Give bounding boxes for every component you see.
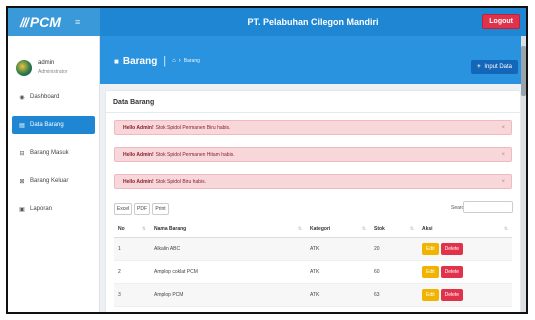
column-header-aksi[interactable]: Aksi ⇅ bbox=[418, 222, 512, 238]
excel-button[interactable]: Excel bbox=[114, 203, 132, 215]
pdf-button[interactable]: PDF bbox=[134, 203, 150, 215]
input-data-button[interactable]: + Input Data bbox=[471, 60, 518, 74]
app-title: PT. Pelabuhan Cilegon Mandiri bbox=[247, 17, 379, 27]
home-icon[interactable]: ⌂ bbox=[172, 58, 176, 64]
sort-icon: ⇅ bbox=[503, 226, 508, 233]
sidebar-item-dashboard[interactable]: ◉ Dashboard bbox=[12, 88, 95, 106]
sidebar-item-label: Barang Masuk bbox=[30, 150, 69, 156]
alert-stock: Hello Admin! Stok Spidol Permanen Hitam … bbox=[114, 147, 512, 162]
input-data-label: Input Data bbox=[484, 64, 512, 70]
cell-nama-barang: Alkalin ABC bbox=[150, 237, 306, 261]
sort-icon: ⇅ bbox=[361, 226, 366, 233]
column-header-nama-barang[interactable]: Nama Barang ⇅ bbox=[150, 222, 306, 238]
close-icon[interactable]: × bbox=[501, 179, 505, 185]
sort-icon: ⇅ bbox=[141, 226, 146, 233]
title-separator: | bbox=[163, 55, 167, 67]
chevron-right-icon: › bbox=[178, 58, 181, 64]
plus-icon: + bbox=[477, 64, 481, 70]
page-title: Barang bbox=[122, 55, 158, 67]
delete-button[interactable]: Delete bbox=[440, 242, 464, 255]
sidebar-item-barang-keluar[interactable]: ⊠ Barang Keluar bbox=[12, 172, 95, 190]
edit-button[interactable]: Edit bbox=[422, 288, 439, 301]
edit-button[interactable]: Edit bbox=[422, 242, 439, 255]
edit-button[interactable]: Edit bbox=[422, 265, 439, 278]
table-header-row: No ⇅ Nama Barang ⇅ Kategori ⇅ Stok ⇅ Aksi ⇅ bbox=[114, 222, 512, 238]
logo-mark: /// bbox=[20, 14, 29, 30]
sidebar-item-label: Data Barang bbox=[30, 122, 64, 128]
sidebar: admin Administrator ◉ Dashboard ▤ Data B… bbox=[8, 36, 100, 312]
alert-message: Stok Spidol Permanen Biru habis. bbox=[155, 124, 231, 131]
cell-kategori: ATK bbox=[306, 260, 370, 284]
cell-aksi: Edit Delete bbox=[418, 237, 512, 261]
cell-nama-barang: Amplop coklat PCM bbox=[150, 260, 306, 284]
app-window: /// PCM ≡ PT. Pelabuhan Cilegon Mandiri … bbox=[6, 6, 528, 314]
delete-button[interactable]: Delete bbox=[440, 288, 464, 301]
report-icon: ▣ bbox=[19, 206, 25, 213]
user-role: Administrator bbox=[38, 69, 68, 75]
top-bar: /// PCM ≡ PT. Pelabuhan Cilegon Mandiri … bbox=[8, 8, 526, 36]
search-input[interactable] bbox=[463, 201, 513, 213]
cell-kategori: ATK bbox=[306, 237, 370, 261]
data-barang-panel: Data Barang Hello Admin! Stok Spidol Per… bbox=[106, 91, 520, 312]
alert-greeting: Hello Admin! bbox=[123, 178, 154, 185]
panel-title: Data Barang bbox=[106, 91, 520, 113]
column-header-no[interactable]: No ⇅ bbox=[114, 222, 150, 238]
cell-aksi: Edit Delete bbox=[418, 283, 512, 307]
scrollbar-thumb[interactable] bbox=[521, 46, 526, 96]
table-row: 1 Alkalin ABC ATK 20 Edit Delete bbox=[114, 237, 512, 261]
breadcrumb[interactable]: Barang bbox=[184, 58, 200, 64]
page-scrollbar[interactable] bbox=[521, 36, 526, 312]
cell-aksi: Edit Delete bbox=[418, 260, 512, 284]
delete-button[interactable]: Delete bbox=[440, 265, 464, 278]
sort-icon: ⇅ bbox=[297, 226, 302, 233]
logo-text: PCM bbox=[29, 14, 61, 30]
data-table: No ⇅ Nama Barang ⇅ Kategori ⇅ Stok ⇅ Aksi ⇅ 1… bbox=[114, 222, 512, 307]
alert-message: Stok Spidol Biru habis. bbox=[155, 178, 206, 185]
column-header-kategori[interactable]: Kategori ⇅ bbox=[306, 222, 370, 238]
sidebar-item-label: Barang Keluar bbox=[30, 178, 69, 184]
cart-out-icon: ⊠ bbox=[19, 178, 25, 185]
user-panel: admin Administrator bbox=[8, 36, 99, 88]
cell-stok: 63 bbox=[370, 283, 418, 307]
close-icon[interactable]: × bbox=[501, 125, 505, 131]
user-name: admin bbox=[38, 60, 55, 66]
print-button[interactable]: Print bbox=[152, 203, 169, 215]
cell-nama-barang: Amplop PCM bbox=[150, 283, 306, 307]
cart-icon: ⊟ bbox=[19, 150, 25, 157]
content-header: ■ Barang | ⌂ › Barang + Input Data bbox=[100, 36, 526, 84]
alert-greeting: Hello Admin! bbox=[123, 124, 154, 131]
close-icon[interactable]: × bbox=[501, 152, 505, 158]
sort-icon: ⇅ bbox=[409, 226, 414, 233]
sidebar-item-barang-masuk[interactable]: ⊟ Barang Masuk bbox=[12, 144, 95, 162]
alert-message: Stok Spidol Permanen Hitam habis. bbox=[155, 151, 235, 158]
alert-stock: Hello Admin! Stok Spidol Permanen Biru h… bbox=[114, 120, 512, 135]
cell-no: 2 bbox=[114, 260, 150, 284]
sidebar-item-label: Laporan bbox=[30, 206, 53, 212]
main-content: ■ Barang | ⌂ › Barang + Input Data Data … bbox=[100, 36, 526, 312]
sidebar-item-data-barang[interactable]: ▤ Data Barang bbox=[12, 116, 95, 134]
table-row: 2 Amplop coklat PCM ATK 60 Edit Delete bbox=[114, 260, 512, 284]
menu-toggle-icon[interactable]: ≡ bbox=[75, 17, 80, 27]
sidebar-item-laporan[interactable]: ▣ Laporan bbox=[12, 200, 95, 218]
cell-kategori: ATK bbox=[306, 283, 370, 307]
brand-logo[interactable]: /// PCM ≡ bbox=[8, 8, 100, 36]
avatar bbox=[16, 60, 32, 76]
column-header-stok[interactable]: Stok ⇅ bbox=[370, 222, 418, 238]
sidebar-item-label: Dashboard bbox=[30, 94, 60, 100]
cell-no: 1 bbox=[114, 237, 150, 261]
dashboard-icon: ◉ bbox=[19, 94, 25, 101]
alert-stock: Hello Admin! Stok Spidol Biru habis. × bbox=[114, 174, 512, 189]
cell-no: 3 bbox=[114, 283, 150, 307]
table-row: 3 Amplop PCM ATK 63 Edit Delete bbox=[114, 283, 512, 307]
cell-stok: 60 bbox=[370, 260, 418, 284]
logout-button[interactable]: Logout bbox=[482, 14, 520, 29]
clipboard-icon: ▤ bbox=[19, 122, 25, 129]
cell-stok: 20 bbox=[370, 237, 418, 261]
folder-icon: ■ bbox=[114, 56, 119, 66]
navbar: PT. Pelabuhan Cilegon Mandiri Logout bbox=[100, 8, 526, 36]
alert-greeting: Hello Admin! bbox=[123, 151, 154, 158]
